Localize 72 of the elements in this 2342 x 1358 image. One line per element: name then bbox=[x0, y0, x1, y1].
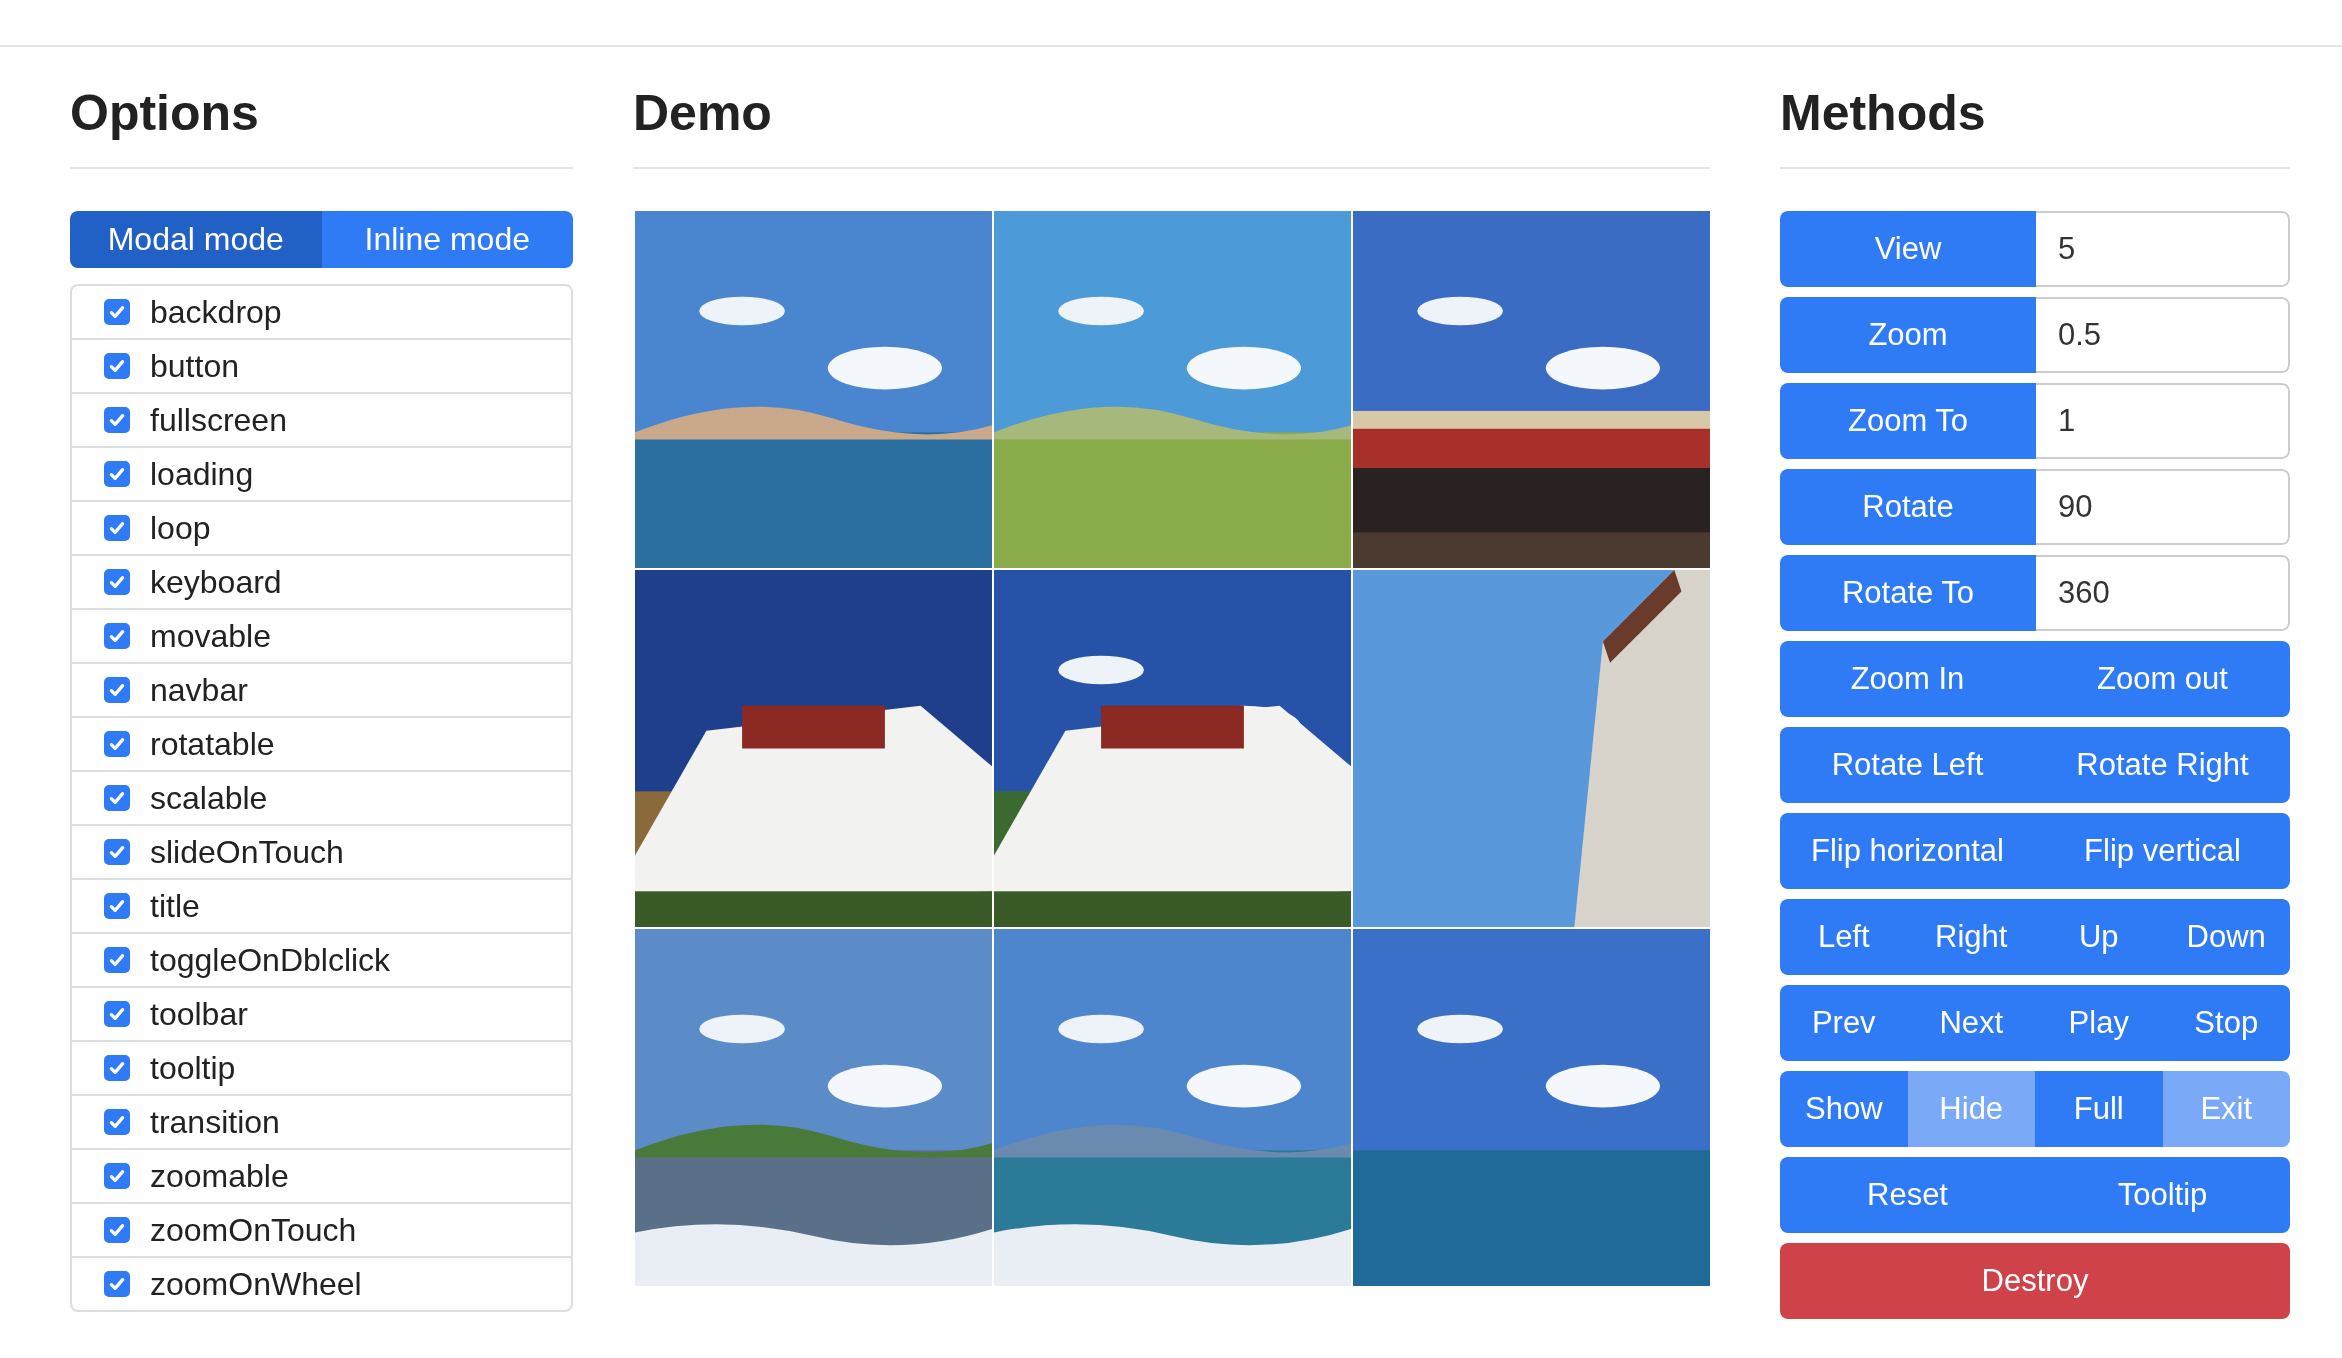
checkbox-label: title bbox=[150, 887, 200, 925]
method-button[interactable]: Flip horizontal bbox=[1780, 813, 2035, 889]
method-button[interactable]: Flip vertical bbox=[2035, 813, 2290, 889]
checkbox[interactable] bbox=[104, 1271, 130, 1297]
checkbox-label: movable bbox=[150, 617, 271, 655]
method-button[interactable]: Zoom out bbox=[2035, 641, 2290, 717]
checkbox[interactable] bbox=[104, 1001, 130, 1027]
checkbox[interactable] bbox=[104, 947, 130, 973]
method-button[interactable]: Next bbox=[1907, 985, 2035, 1061]
checkbox[interactable] bbox=[104, 461, 130, 487]
checkbox-label: transition bbox=[150, 1103, 280, 1141]
checkbox-label: tooltip bbox=[150, 1049, 236, 1087]
checkbox-label: slideOnTouch bbox=[150, 833, 344, 871]
method-button[interactable]: Show bbox=[1780, 1071, 1908, 1147]
method-button[interactable]: Rotate bbox=[1780, 469, 2036, 545]
checkbox-label: zoomOnWheel bbox=[150, 1265, 362, 1303]
checkbox[interactable] bbox=[104, 1109, 130, 1135]
method-button[interactable]: Zoom In bbox=[1780, 641, 2035, 717]
method-button[interactable]: View bbox=[1780, 211, 2036, 287]
checkbox-label: button bbox=[150, 347, 239, 385]
checkbox[interactable] bbox=[104, 407, 130, 433]
method-button[interactable]: Rotate To bbox=[1780, 555, 2036, 631]
checkbox[interactable] bbox=[104, 623, 130, 649]
checkbox[interactable] bbox=[104, 569, 130, 595]
input-field[interactable]: 0.5 bbox=[2036, 297, 2290, 373]
checkbox-label: toolbar bbox=[150, 995, 248, 1033]
checkbox-label: loading bbox=[150, 455, 254, 493]
method-button[interactable]: Down bbox=[2162, 899, 2290, 975]
checkbox-label: zoomOnTouch bbox=[150, 1211, 357, 1249]
method-button[interactable]: Rotate Left bbox=[1780, 727, 2035, 803]
checkbox-label: fullscreen bbox=[150, 401, 287, 439]
method-button[interactable]: Destroy bbox=[1780, 1243, 2290, 1319]
checkbox-label: navbar bbox=[150, 671, 248, 709]
checkbox-label: scalable bbox=[150, 779, 268, 817]
checkbox-label: toggleOnDblclick bbox=[150, 941, 391, 979]
checkbox-label: zoomable bbox=[150, 1157, 289, 1195]
checkbox[interactable] bbox=[104, 1163, 130, 1189]
checkbox[interactable] bbox=[104, 1217, 130, 1243]
input-field[interactable]: 1 bbox=[2036, 383, 2290, 459]
checkbox[interactable] bbox=[104, 677, 130, 703]
method-button[interactable]: Tooltip bbox=[2035, 1157, 2290, 1233]
section-heading: Options bbox=[70, 86, 573, 169]
method-button[interactable]: Stop bbox=[2162, 985, 2290, 1061]
checkbox[interactable] bbox=[104, 839, 130, 865]
checkbox-label: backdrop bbox=[150, 293, 282, 331]
checkbox[interactable] bbox=[104, 893, 130, 919]
method-button[interactable]: Play bbox=[2035, 985, 2163, 1061]
checkbox[interactable] bbox=[104, 1055, 130, 1081]
method-button[interactable]: Zoom To bbox=[1780, 383, 2036, 459]
method-button[interactable]: Zoom bbox=[1780, 297, 2036, 373]
checkbox[interactable] bbox=[104, 731, 130, 757]
method-button[interactable]: Right bbox=[1907, 899, 2035, 975]
mode-tab[interactable]: Modal mode bbox=[70, 211, 322, 268]
checkbox-label: loop bbox=[150, 509, 211, 547]
method-button[interactable]: Prev bbox=[1780, 985, 1908, 1061]
checkbox-label: rotatable bbox=[150, 725, 275, 763]
method-button[interactable]: Rotate Right bbox=[2035, 727, 2290, 803]
checkbox-label: keyboard bbox=[150, 563, 282, 601]
checkbox[interactable] bbox=[104, 353, 130, 379]
method-button[interactable]: Reset bbox=[1780, 1157, 2035, 1233]
section-heading: Demo bbox=[633, 86, 1710, 169]
method-button[interactable]: Up bbox=[2035, 899, 2163, 975]
mode-tab[interactable]: Inline mode bbox=[321, 211, 573, 268]
input-field[interactable]: 90 bbox=[2036, 469, 2290, 545]
input-field[interactable]: 360 bbox=[2036, 555, 2290, 631]
method-button[interactable]: Full bbox=[2035, 1071, 2163, 1147]
checkbox[interactable] bbox=[104, 299, 130, 325]
checkbox[interactable] bbox=[104, 515, 130, 541]
section-heading: Methods bbox=[1780, 86, 2290, 169]
method-button[interactable]: Left bbox=[1780, 899, 1908, 975]
checkbox[interactable] bbox=[104, 785, 130, 811]
input-field[interactable]: 5 bbox=[2036, 211, 2290, 287]
